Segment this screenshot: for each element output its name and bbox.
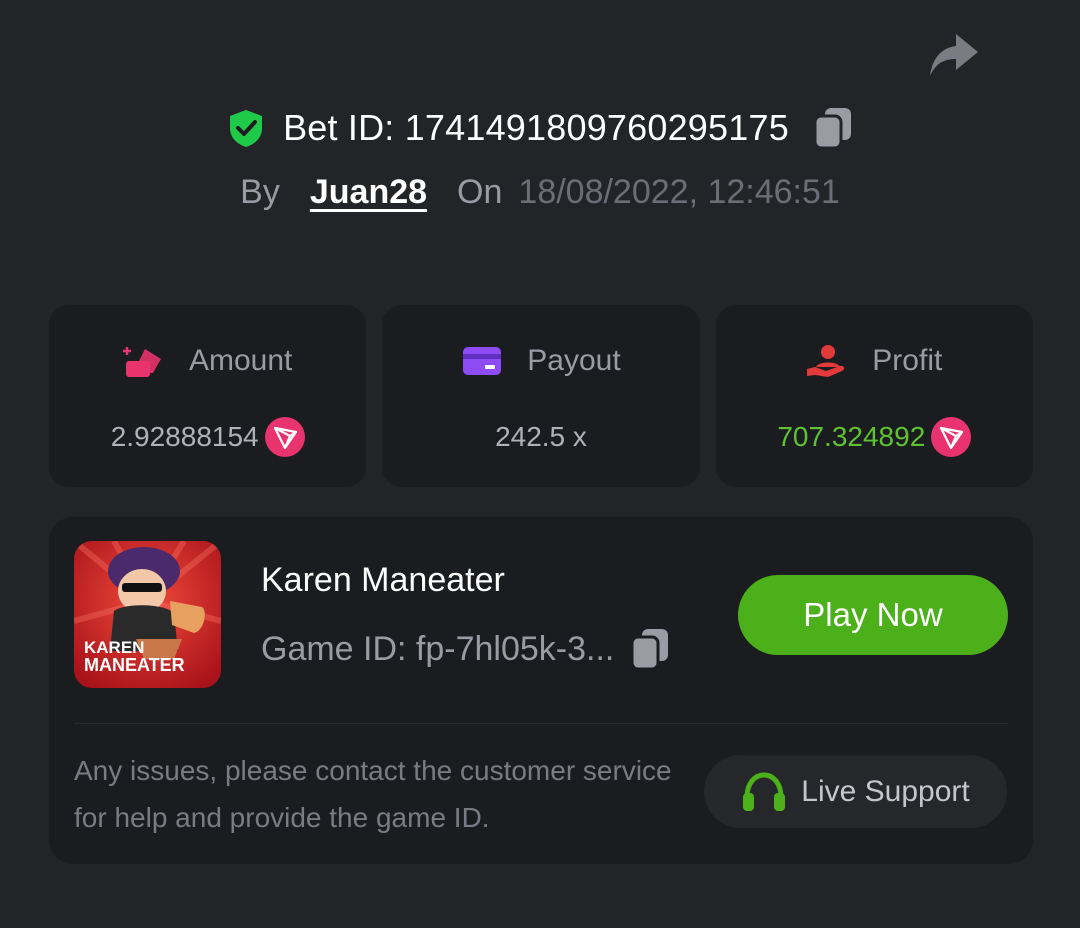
bet-stats: Amount 2.92888154 Payout 242.5 x Profit … xyxy=(49,305,1033,487)
live-support-button[interactable]: Live Support xyxy=(704,755,1007,828)
live-support-label: Live Support xyxy=(801,774,970,808)
profit-value: 707.324892 xyxy=(777,421,926,452)
profit-hand-icon xyxy=(807,345,845,377)
profit-label: Profit xyxy=(872,344,943,377)
game-id: Game ID: fp-7hl05k-3... xyxy=(261,629,615,668)
headset-icon xyxy=(743,771,786,811)
profit-card: Profit 707.324892 xyxy=(715,305,1033,487)
copy-game-id-icon[interactable] xyxy=(630,627,670,671)
bet-datetime: 18/08/2022, 12:46:51 xyxy=(518,172,840,211)
play-now-button[interactable]: Play Now xyxy=(738,575,1008,655)
amount-card: Amount 2.92888154 xyxy=(49,305,367,487)
game-id-row: Game ID: fp-7hl05k-3... xyxy=(261,627,670,671)
bet-details-page: Bet ID: 1741491809760295175 By Juan28 On… xyxy=(0,0,1080,928)
copy-bet-id-icon[interactable] xyxy=(813,106,853,150)
amount-label: Amount xyxy=(188,344,293,377)
trx-icon xyxy=(264,417,305,457)
help-text: Any issues, please contact the customer … xyxy=(74,755,672,833)
by-label: By xyxy=(240,172,280,211)
amount-value: 2.92888154 xyxy=(110,421,259,452)
game-card: KAREN MANEATER Karen Maneater Game ID: f… xyxy=(49,517,1033,864)
verified-shield-icon xyxy=(230,110,263,147)
share-icon[interactable] xyxy=(926,30,982,80)
username-link[interactable]: Juan28 xyxy=(310,173,427,212)
bet-id-row: Bet ID: 1741491809760295175 xyxy=(0,104,1080,152)
on-label: On xyxy=(457,172,503,211)
thumb-title-line2: MANEATER xyxy=(84,655,185,675)
payout-card: Payout 242.5 x xyxy=(382,305,700,487)
amount-icon xyxy=(122,347,161,377)
payout-value: 242.5 x xyxy=(495,421,587,452)
wallet-icon xyxy=(463,347,502,375)
trx-icon xyxy=(931,417,972,457)
bet-id: Bet ID: 1741491809760295175 xyxy=(283,107,789,148)
divider xyxy=(74,723,1008,724)
payout-label: Payout xyxy=(527,344,621,377)
game-name[interactable]: Karen Maneater xyxy=(261,561,505,600)
bet-meta-row: By Juan28 On 18/08/2022, 12:46:51 xyxy=(0,168,1080,216)
game-thumbnail[interactable]: KAREN MANEATER xyxy=(74,541,221,688)
